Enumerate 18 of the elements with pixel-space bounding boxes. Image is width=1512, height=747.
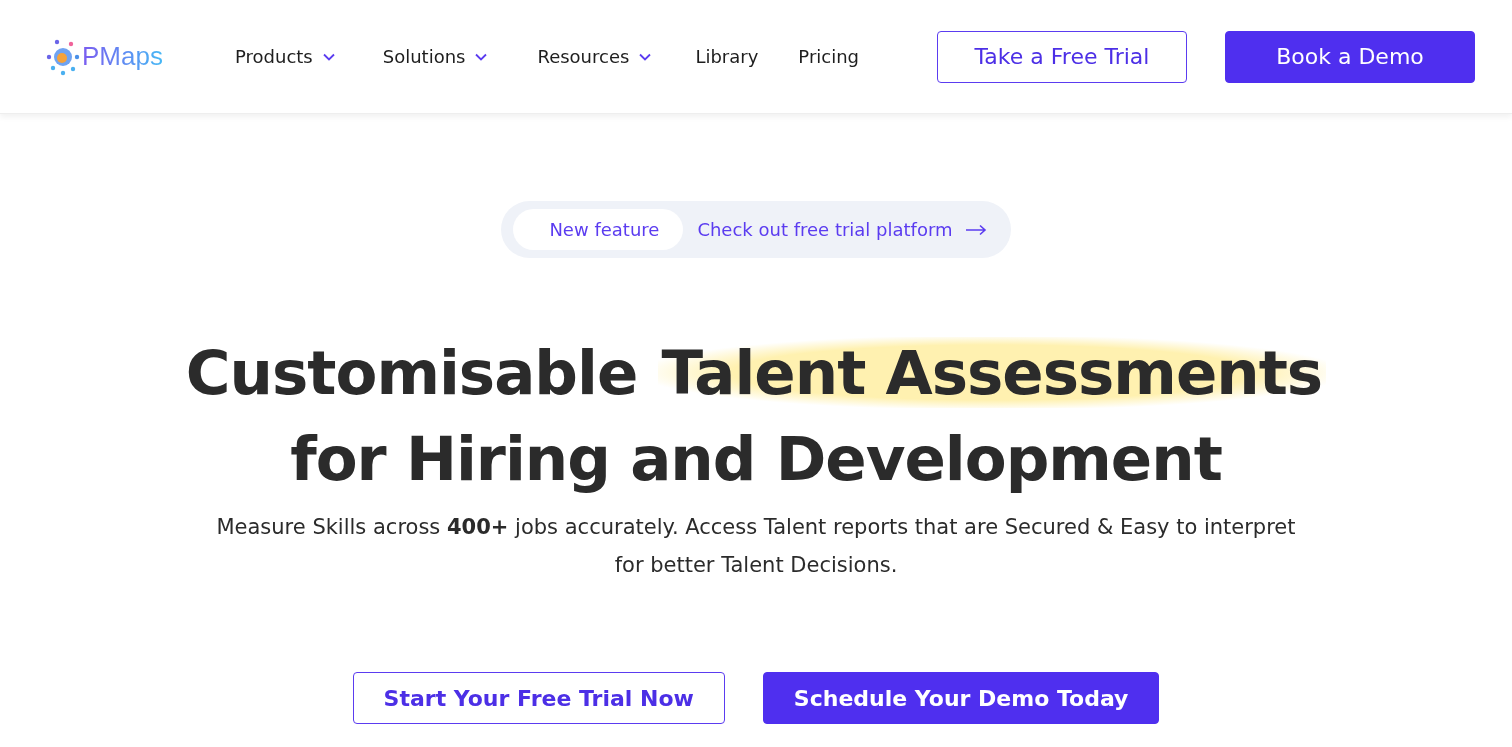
chevron-down-icon <box>475 52 488 61</box>
nav-link[interactable]: Products <box>235 46 335 67</box>
free-trial-button[interactable]: Take a Free Trial <box>937 30 1187 83</box>
announcement-link[interactable]: Check out free trial platform <box>697 219 953 240</box>
logo-icon <box>46 37 80 76</box>
chevron-down-icon <box>322 52 335 61</box>
nav-link[interactable]: Pricing <box>798 46 859 67</box>
book-demo-button[interactable]: Book a Demo <box>1225 30 1475 83</box>
start-trial-button[interactable]: Start Your Free Trial Now <box>352 672 725 724</box>
arrow-right-icon <box>964 223 987 236</box>
nav-link[interactable]: Resources <box>537 46 652 67</box>
new-feature-badge: New feature <box>513 209 684 250</box>
nav-link[interactable]: Library <box>695 46 759 67</box>
schedule-demo-button[interactable]: Schedule Your Demo Today <box>762 672 1160 724</box>
hero-heading: Customisable Talent Assessments for Hiring and Development <box>185 330 1327 502</box>
hero-subtitle: Measure Skills across 400+ jobs accurately. Access Talent reports that are Secured & Easy to interpret for better Talent Decisions. <box>215 514 1297 579</box>
chevron-down-icon <box>639 52 652 61</box>
nav-link[interactable]: Solutions <box>382 46 488 67</box>
